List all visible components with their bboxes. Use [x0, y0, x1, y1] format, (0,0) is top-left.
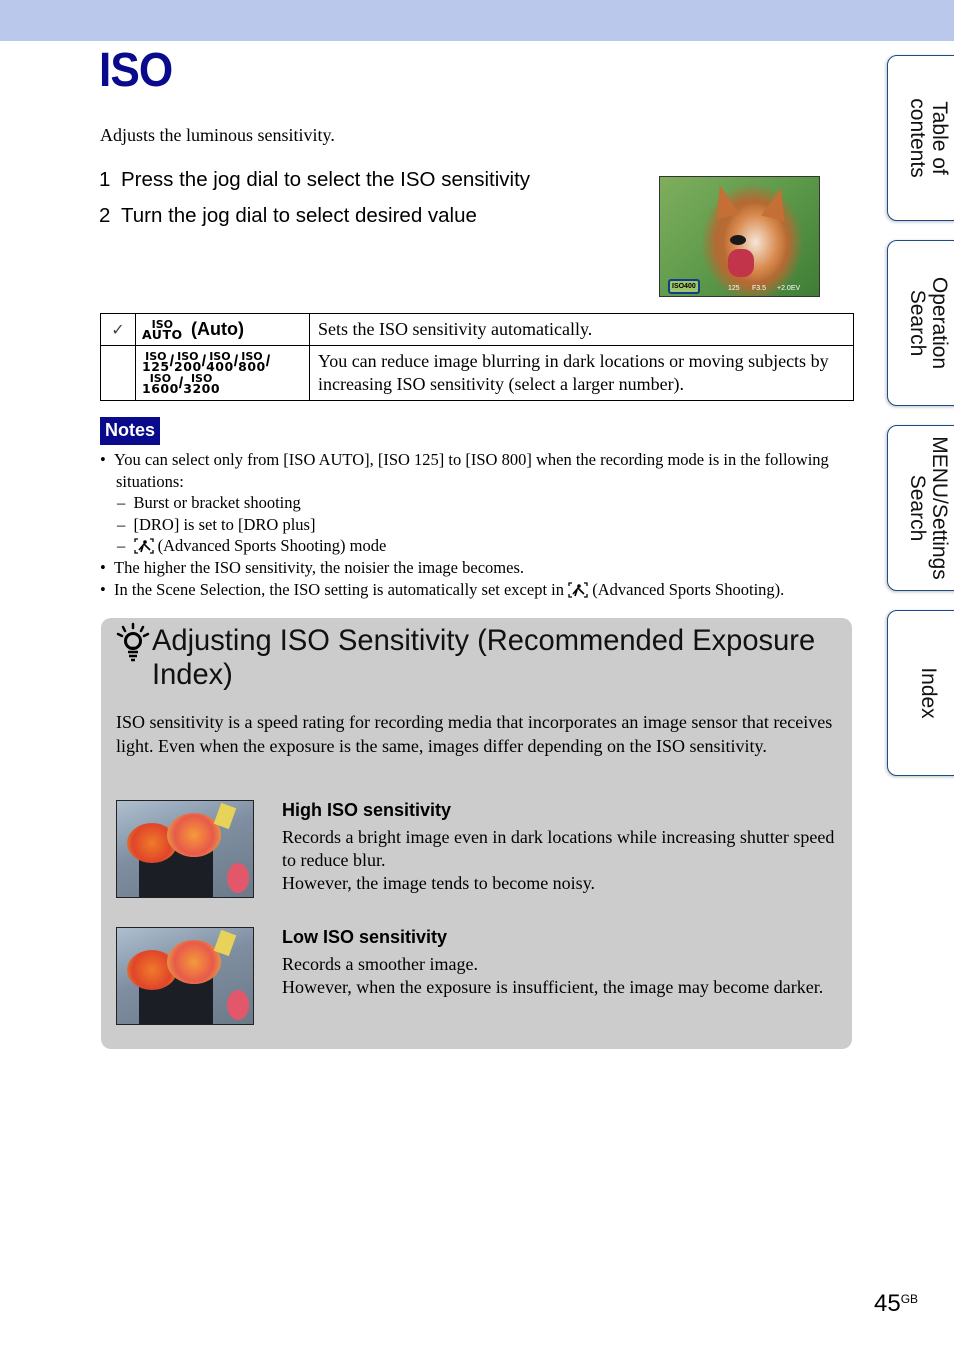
- note-subitem: – Burst or bracket shooting: [117, 493, 301, 513]
- osd-shutter: 125: [728, 285, 740, 292]
- page-title: ISO: [99, 44, 173, 97]
- lightbulb-hint-icon: [116, 622, 150, 662]
- dog-ear: [708, 182, 740, 220]
- hint-title: Adjusting ISO Sensitivity (Recommended E…: [152, 624, 816, 691]
- iso-1600-icon: ISO 1600: [142, 372, 179, 396]
- hint-body: ISO sensitivity is a speed rating for re…: [116, 712, 833, 756]
- step-number: 2: [99, 204, 111, 227]
- default-check-cell: [100, 345, 136, 401]
- iso-200-icon: ISO 200: [174, 350, 202, 374]
- iso-options-table: ✓ ISO AUTO (Auto) Sets the ISO sensitivit…: [100, 313, 854, 401]
- osd-ev: +2.0EV: [777, 285, 801, 292]
- step-number: 1: [99, 168, 111, 191]
- flowers-high-iso-image: [116, 800, 254, 898]
- iso-400-icon: ISO 400: [206, 350, 234, 374]
- iso-auto-icon: ISO AUTO: [142, 317, 183, 342]
- notes-badge: Notes: [100, 417, 161, 445]
- advanced-sports-icon: [568, 581, 588, 598]
- note-item: • The higher the ISO sensitivity, the no…: [100, 557, 524, 577]
- example-text: Records a smoother image. However, when t…: [282, 954, 824, 997]
- advanced-sports-icon: [133, 538, 154, 555]
- tab-index[interactable]: Index: [887, 610, 954, 776]
- step-item: 2 Turn the jog dial to select desired val…: [99, 202, 530, 238]
- flowers-low-iso-image: [116, 927, 254, 1025]
- osd-iso-badge: ISO400: [668, 279, 700, 294]
- intro-text: Adjusts the luminous sensitivity.: [100, 125, 335, 145]
- example-heading: High ISO sensitivity: [282, 800, 452, 820]
- page-number: 45GB: [874, 1290, 919, 1317]
- hint-box: Adjusting ISO Sensitivity (Recommended E…: [101, 618, 852, 1049]
- table-row: ISO 125/ISO 200/ISO 400/ISO 800/ ISO 1600/ISO…: [100, 345, 854, 401]
- option-description: Sets the ISO sensitivity automatically.: [309, 313, 854, 346]
- note-subitem: – [DRO] is set to [DRO plus]: [117, 514, 316, 534]
- steps-list: 1 Press the jog dial to select the ISO se…: [99, 166, 530, 238]
- note-item: • You can select only from [ISO AUTO], […: [100, 450, 829, 491]
- step-item: 1 Press the jog dial to select the ISO se…: [99, 166, 530, 202]
- step-text: Turn the jog dial to select desired valu…: [121, 204, 477, 227]
- iso-800-icon: ISO 800: [238, 350, 266, 374]
- dog-tongue: [728, 249, 754, 277]
- tab-operation-search[interactable]: Operation Search: [887, 240, 954, 406]
- option-label: (Auto): [191, 319, 245, 339]
- note-subitem: – (Advanced Sports Shooting) mode: [117, 536, 387, 556]
- example-heading: Low ISO sensitivity: [282, 927, 448, 947]
- iso-125-icon: ISO 125: [142, 350, 170, 374]
- header-band: [0, 0, 954, 41]
- dog-ear: [761, 184, 793, 222]
- iso-3200-icon: ISO 3200: [183, 372, 221, 396]
- step-text: Press the jog dial to select the ISO sen…: [121, 168, 531, 191]
- option-icon-cell: ISO 125/ISO 200/ISO 400/ISO 800/ ISO 1600/ISO…: [135, 345, 310, 401]
- default-check-icon: ✓: [100, 313, 136, 346]
- camera-preview-image: ISO400 125 F3.5 +2.0EV: [659, 176, 820, 297]
- tab-menu-settings-search[interactable]: MENU/Settings Search: [887, 425, 954, 591]
- note-item: • In the Scene Selection, the ISO settin…: [100, 579, 785, 599]
- option-description: You can reduce image blurring in dark lo…: [309, 345, 854, 401]
- dog-nose: [730, 235, 746, 245]
- example-text: Records a bright image even in dark loca…: [282, 827, 835, 893]
- notes-list: • You can select only from [ISO AUTO], […: [100, 449, 860, 600]
- osd-aperture: F3.5: [752, 285, 767, 292]
- tab-table-of-contents[interactable]: Table of contents: [887, 55, 954, 221]
- table-row: ✓ ISO AUTO (Auto) Sets the ISO sensitivit…: [100, 313, 854, 346]
- option-icon-cell: ISO AUTO (Auto): [135, 313, 310, 346]
